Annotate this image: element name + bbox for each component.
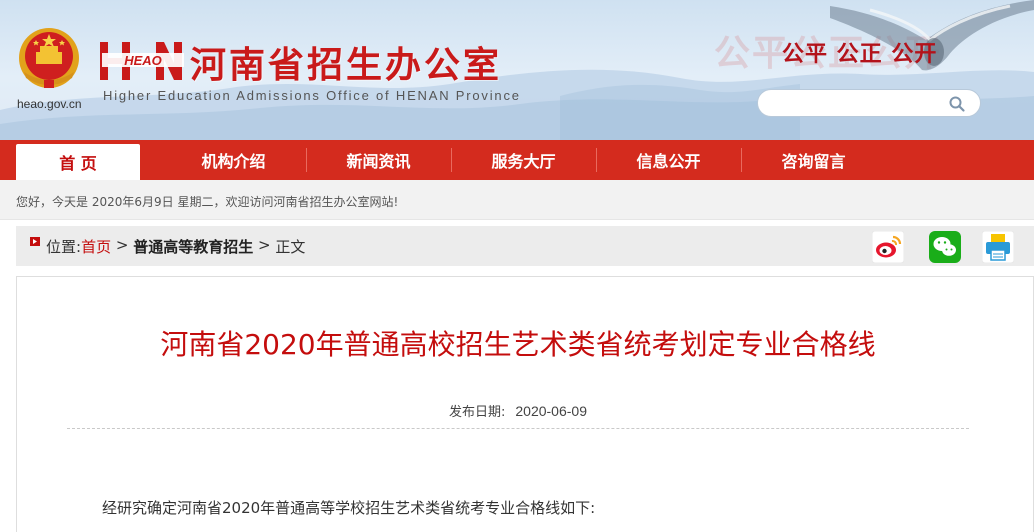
nav-item-disclosure[interactable]: 信息公开 xyxy=(596,140,741,180)
breadcrumb-separator: > xyxy=(253,236,276,254)
nav-item-news[interactable]: 新闻资讯 xyxy=(306,140,451,180)
article-meta: 发布日期: 2020-06-09 xyxy=(17,401,1019,420)
print-icon[interactable] xyxy=(982,231,1014,263)
welcome-bar: 您好，今天是 2020年6月9日 星期二，欢迎访问河南省招生办公室网站! xyxy=(0,180,1034,220)
nav-item-consult[interactable]: 咨询留言 xyxy=(741,140,886,180)
search-icon[interactable] xyxy=(948,95,966,113)
breadcrumb-prefix: 位置: xyxy=(46,238,82,256)
site-header: heao.gov.cn HEAO 河南省招生办公室 Higher Educati… xyxy=(0,0,1034,140)
publish-date: 2020-06-09 xyxy=(515,403,587,419)
breadcrumb-separator: > xyxy=(111,236,134,254)
breadcrumb-category-link[interactable]: 普通高等教育招生 xyxy=(133,236,253,257)
breadcrumb: 位置: 首页 > 普通高等教育招生 > 正文 xyxy=(46,236,305,257)
weibo-icon[interactable] xyxy=(872,231,904,263)
nav-item-home[interactable]: 首 页 xyxy=(16,144,140,180)
nav-item-services[interactable]: 服务大厅 xyxy=(451,140,596,180)
meta-divider xyxy=(67,428,969,429)
wechat-icon[interactable] xyxy=(929,231,961,263)
article-title: 河南省2020年普通高校招生艺术类省统考划定专业合格线 xyxy=(160,328,876,361)
welcome-text: 您好，今天是 2020年6月9日 星期二，欢迎访问河南省招生办公室网站! xyxy=(16,195,399,209)
site-title: 河南省招生办公室 xyxy=(190,45,503,86)
breadcrumb-current: 正文 xyxy=(275,238,306,256)
heao-logo-icon: HEAO xyxy=(100,42,184,80)
article-card: 河南省2020年普通高校招生艺术类省统考划定专业合格线 发布日期: 2020-06… xyxy=(16,276,1034,532)
publish-date-label: 发布日期: xyxy=(448,405,506,420)
site-subtitle: Higher Education Admissions Office of HE… xyxy=(103,88,521,103)
article-paragraph: 经研究确定河南省2020年普通高等学校招生艺术类省统考专业合格线如下: xyxy=(102,499,596,517)
heao-logo-text: HEAO xyxy=(124,53,162,68)
nav-item-about[interactable]: 机构介绍 xyxy=(161,140,306,180)
breadcrumb-marker-icon xyxy=(30,237,40,246)
main-nav: 首 页 机构介绍 新闻资讯 服务大厅 信息公开 咨询留言 xyxy=(0,140,1034,180)
breadcrumb-bar: 位置: 首页 > 普通高等教育招生 > 正文 xyxy=(16,226,1034,266)
domain-text: heao.gov.cn xyxy=(17,97,82,111)
search-input[interactable] xyxy=(770,94,946,112)
slogan: 公平 公正 公开 xyxy=(782,42,938,67)
search-box[interactable] xyxy=(757,89,981,117)
breadcrumb-home-link[interactable]: 首页 xyxy=(81,236,111,257)
national-emblem-icon xyxy=(19,28,79,88)
